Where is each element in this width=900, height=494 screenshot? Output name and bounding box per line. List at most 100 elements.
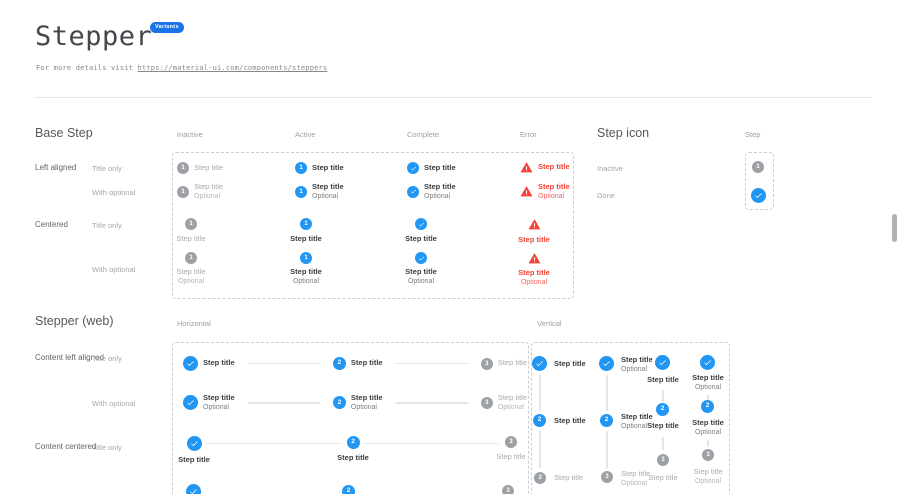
step-title-label: Step title — [554, 417, 586, 426]
step-number-badge: 1 — [300, 218, 312, 230]
step-inactive-title-only: 1 Step title — [177, 162, 223, 174]
step-title-label: Step title — [312, 183, 344, 192]
optional-label: Optional — [538, 193, 570, 201]
column-header-step: Step — [745, 130, 760, 139]
step-title-label: Step title — [518, 236, 550, 245]
check-icon — [751, 188, 766, 203]
step-title-label: Step title — [498, 359, 527, 368]
column-header-error: Error — [520, 130, 537, 139]
connector-line — [606, 375, 608, 411]
step-inactive-centered: 1 Step title — [156, 218, 226, 244]
warning-icon — [520, 161, 533, 174]
step-number-badge: 1 — [295, 162, 307, 174]
optional-label: Optional — [203, 404, 235, 412]
step-error-centered-optional: Step titleOptional — [499, 252, 569, 287]
step-number-badge: 3 — [702, 449, 714, 461]
step-title-label: Step title — [312, 164, 344, 173]
optional-label: Optional — [312, 193, 344, 201]
step-title-label: Step title — [496, 453, 525, 462]
variant-label-with-optional: With optional — [92, 399, 135, 408]
step-number-badge: 3 — [601, 471, 613, 483]
step-icon-heading: Step icon — [597, 126, 649, 140]
step-inactive-centered-optional: 1 Step titleOptional — [156, 252, 226, 286]
warning-icon — [528, 218, 541, 231]
check-icon — [415, 218, 427, 230]
step-error-centered: Step title — [499, 218, 569, 245]
optional-label: Optional — [424, 193, 456, 201]
step-number-badge: 1 — [185, 252, 197, 264]
optional-label: Optional — [194, 193, 223, 201]
optional-label: Optional — [178, 278, 204, 286]
step-number-badge: 3 — [481, 397, 493, 409]
docs-link[interactable]: https://material-ui.com/components/stepp… — [138, 64, 328, 72]
step-number-badge: 2 — [656, 403, 669, 416]
check-icon — [407, 162, 419, 174]
step-error-title-only: Step title — [520, 161, 570, 174]
step-number-badge: 3 — [657, 454, 669, 466]
check-icon — [415, 252, 427, 264]
step-title-label: Step title — [405, 235, 437, 244]
optional-label: Optional — [678, 478, 738, 486]
connector-line — [539, 431, 541, 468]
step-title-label: Step title — [178, 456, 210, 465]
step-number-badge: 1 — [177, 162, 189, 174]
horizontal-stepper-title-only: Step title 2 Step title 3 Step title — [183, 356, 527, 371]
step-number-badge: 2 — [701, 400, 714, 413]
step-active-centered: 1 Step title — [271, 218, 341, 244]
step-title-label: Step title — [554, 474, 583, 483]
horizontal-stepper-centered-step-1: Step title — [164, 436, 224, 465]
step-title-label: Step title — [351, 359, 383, 368]
optional-label: Optional — [678, 384, 738, 392]
row-label-content-centered: Content centered — [35, 442, 96, 451]
step-inactive-with-optional: 1 Step titleOptional — [177, 183, 223, 201]
step-title-label: Step title — [290, 268, 322, 277]
variant-label-with-optional: With optional — [92, 188, 135, 197]
check-icon — [599, 356, 614, 371]
connector-line — [662, 437, 664, 450]
optional-label: Optional — [351, 404, 383, 412]
check-icon — [700, 355, 715, 370]
connector-line — [248, 363, 320, 365]
step-title-label: Step title — [678, 419, 738, 428]
step-title-label: Step title — [621, 356, 653, 365]
step-complete-title-only: Step title — [407, 162, 456, 174]
step-complete-centered-optional: Step titleOptional — [386, 252, 456, 286]
step-title-label: Step title — [203, 359, 235, 368]
step-number-badge: 2 — [333, 396, 346, 409]
optional-label: Optional — [521, 279, 547, 287]
step-number-badge: 3 — [502, 485, 514, 494]
optional-label: Optional — [621, 366, 653, 374]
step-active-title-only: 1 Step title — [295, 162, 344, 174]
check-icon — [407, 186, 419, 198]
step-number-badge: 2 — [342, 485, 355, 494]
variant-label-with-optional: With optional — [92, 265, 135, 274]
base-step-heading: Base Step — [35, 126, 93, 140]
step-number-badge: 3 — [534, 472, 546, 484]
connector-line — [396, 402, 468, 404]
step-title-label: Step title — [498, 394, 527, 403]
step-title-label: Step title — [538, 183, 570, 192]
column-header-horizontal: Horizontal — [177, 319, 211, 328]
page-title: Stepper — [35, 21, 152, 52]
step-number-badge: 1 — [295, 186, 307, 198]
scrollbar-thumb[interactable] — [892, 214, 897, 242]
step-title-label: Step title — [337, 454, 369, 463]
step-title-label: Step title — [351, 394, 383, 403]
state-label-done: Done — [597, 191, 615, 200]
row-label-left-aligned: Left aligned — [35, 163, 76, 172]
variant-label-title-only: Title only — [92, 164, 122, 173]
step-number-badge: 3 — [505, 436, 517, 448]
connector-line — [539, 375, 541, 411]
step-title-label: Step title — [518, 269, 550, 278]
step-number-badge: 1 — [185, 218, 197, 230]
step-title-label: Step title — [194, 164, 223, 173]
step-active-centered-optional: 1 Step titleOptional — [271, 252, 341, 286]
step-number-badge: 2 — [600, 414, 613, 427]
subtitle-text: For more details visit — [36, 64, 138, 72]
step-title-label: Step title — [678, 374, 738, 383]
variant-label-title-only: Title only — [92, 443, 122, 452]
step-number-badge: 1 — [177, 186, 189, 198]
step-title-label: Step title — [538, 163, 570, 172]
step-number-badge: 2 — [333, 357, 346, 370]
column-header-complete: Complete — [407, 130, 439, 139]
